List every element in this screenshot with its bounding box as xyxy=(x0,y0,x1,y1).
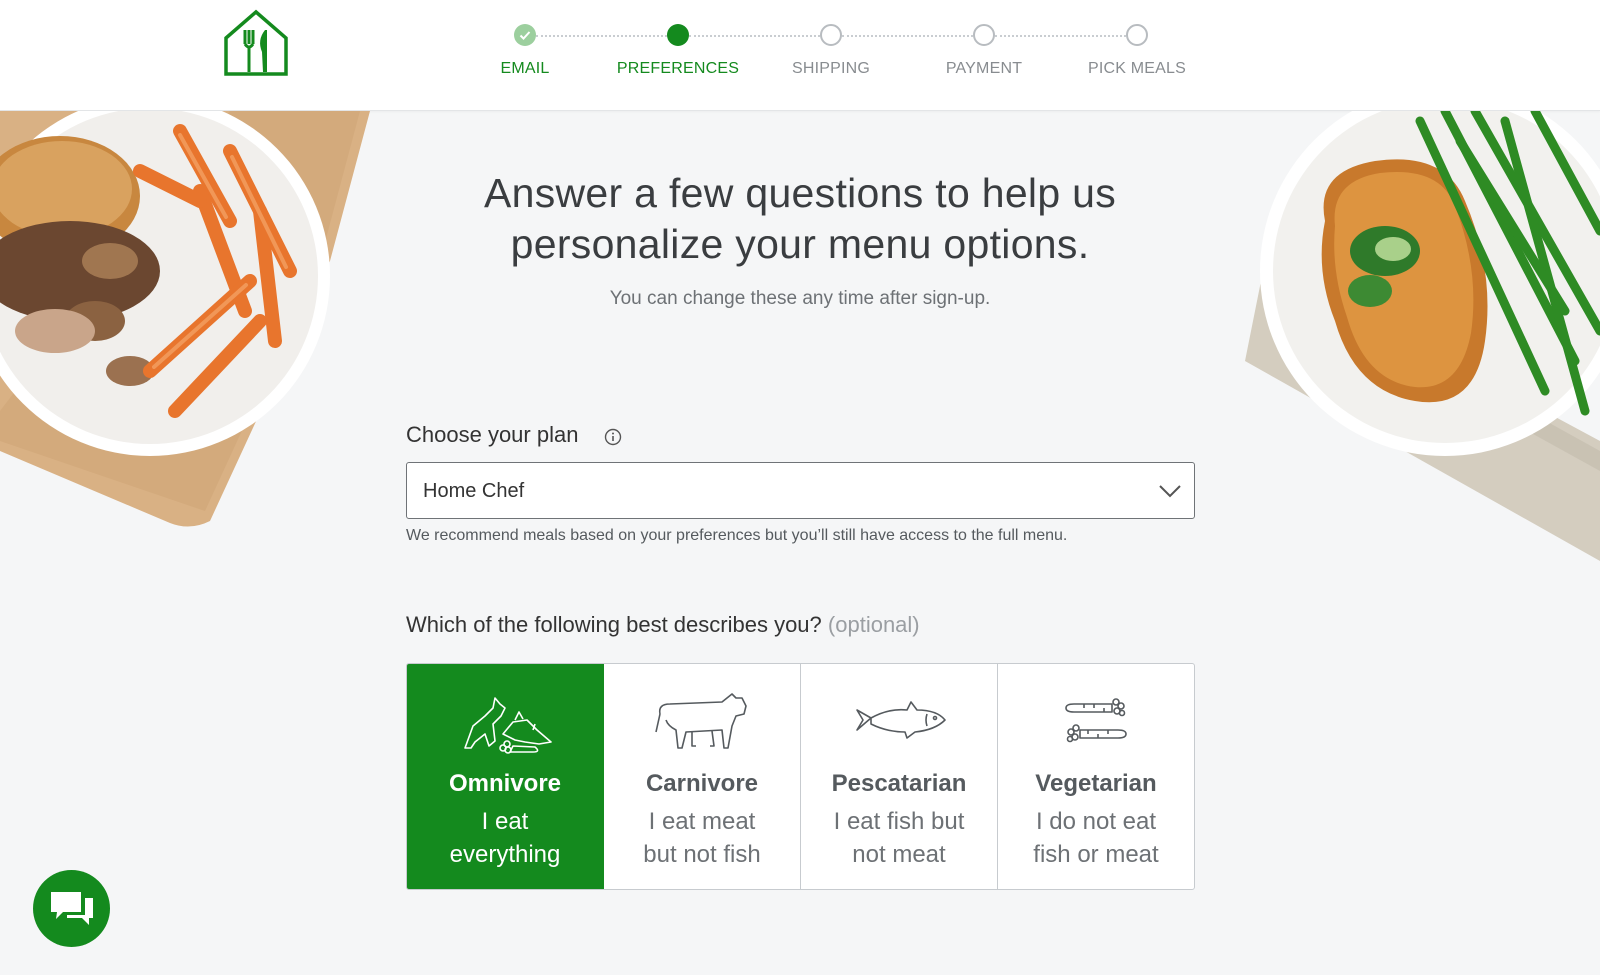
page-headline: Answer a few questions to help us person… xyxy=(400,168,1200,270)
diet-option-desc-line1: I eat fish but xyxy=(833,808,965,835)
diet-option-description: I do not eat fish or meat xyxy=(1018,805,1175,871)
animals-icon xyxy=(464,697,552,754)
diet-option-vegetarian[interactable]: Vegetarian I do not eat fish or meat xyxy=(998,664,1194,889)
checkmark-icon xyxy=(519,31,531,40)
diet-option-desc-line1: I do not eat xyxy=(1035,808,1157,835)
diet-options: Omnivore I eat everything Carnivore I ea… xyxy=(406,663,1195,890)
diet-option-title: Omnivore xyxy=(448,770,562,797)
diet-option-desc-line2: but not fish xyxy=(643,841,761,868)
step-shipping-label: SHIPPING xyxy=(791,60,871,77)
diet-option-desc-line1: I eat xyxy=(481,808,529,835)
diet-question-text: Which of the following best describes yo… xyxy=(406,612,822,637)
step-connector xyxy=(689,35,820,37)
diet-option-pescatarian[interactable]: Pescatarian I eat fish but not meat xyxy=(801,664,998,889)
step-preferences-label: PREFERENCES xyxy=(616,60,740,77)
step-shipping-dot xyxy=(820,24,842,46)
step-email-dot xyxy=(514,24,536,46)
step-email-label[interactable]: EMAIL xyxy=(445,60,605,78)
top-header: EMAIL PREFERENCES SHIPPING PAYMENT PICK … xyxy=(0,0,1600,111)
diet-option-omnivore[interactable]: Omnivore I eat everything xyxy=(407,664,604,889)
optional-tag: (optional) xyxy=(827,612,920,637)
diet-option-description: I eat everything xyxy=(427,805,584,871)
diet-option-title: Carnivore xyxy=(645,770,759,797)
plan-helper-text: We recommend meals based on your prefere… xyxy=(406,527,1068,544)
headline-line-1: Answer a few questions to help us xyxy=(483,170,1117,216)
plan-select[interactable]: Home Chef xyxy=(406,462,1195,519)
plan-label: Choose your plan xyxy=(406,422,579,447)
diet-option-desc-line1: I eat meat xyxy=(648,808,756,835)
chevron-down-icon xyxy=(1159,485,1181,498)
carrots-icon xyxy=(1065,698,1127,743)
diet-option-desc-line2: fish or meat xyxy=(1033,841,1159,868)
signup-progress-steps: EMAIL PREFERENCES SHIPPING PAYMENT PICK … xyxy=(0,0,1600,111)
step-pick-meals-dot xyxy=(1126,24,1148,46)
step-connector xyxy=(995,35,1126,37)
cow-icon xyxy=(655,693,747,749)
diet-option-title: Vegetarian xyxy=(1035,770,1157,797)
burger-plate-photo xyxy=(0,111,370,527)
step-connector xyxy=(536,35,667,37)
step-preferences-dot xyxy=(667,24,689,46)
diet-question-label: Which of the following best describes yo… xyxy=(406,612,920,638)
diet-option-carnivore[interactable]: Carnivore I eat meat but not fish xyxy=(604,664,801,889)
step-payment-dot xyxy=(973,24,995,46)
headline-line-2: personalize your menu options. xyxy=(510,221,1090,267)
fish-icon xyxy=(856,701,946,739)
step-pick-meals-label: PICK MEALS xyxy=(1087,60,1187,77)
diet-option-description: I eat fish but not meat xyxy=(821,805,978,871)
chat-button[interactable] xyxy=(33,870,110,947)
diet-option-description: I eat meat but not fish xyxy=(624,805,781,871)
step-payment-label: PAYMENT xyxy=(945,60,1023,77)
info-icon[interactable] xyxy=(604,428,622,446)
chicken-plate-photo xyxy=(1245,111,1600,561)
diet-option-title: Pescatarian xyxy=(831,770,967,797)
page-subheadline: You can change these any time after sign… xyxy=(609,288,991,309)
plan-select-value: Home Chef xyxy=(423,480,525,502)
chat-bubbles-icon xyxy=(51,892,93,925)
step-connector xyxy=(842,35,973,37)
diet-option-desc-line2: everything xyxy=(449,841,561,868)
diet-option-desc-line2: not meat xyxy=(852,841,946,868)
